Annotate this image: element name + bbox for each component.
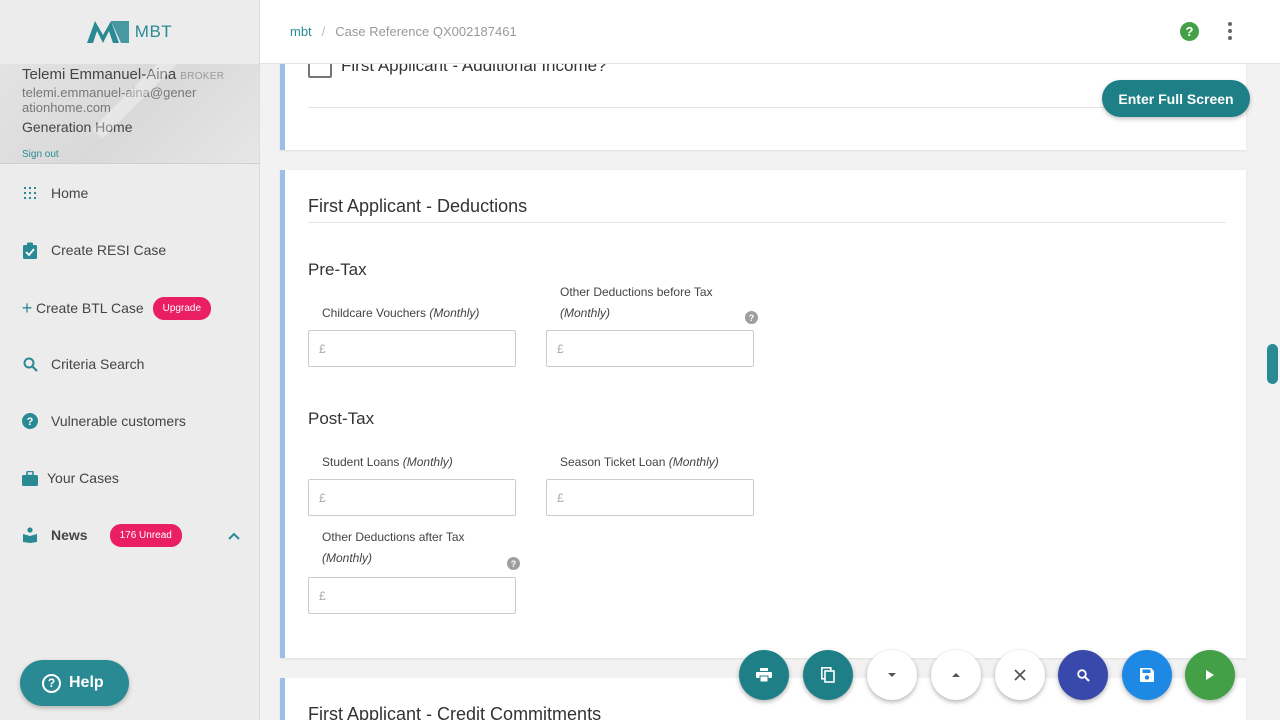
section-title: First Applicant - Deductions	[308, 196, 528, 216]
top-bar: mbt / Case Reference QX002187461 ?	[260, 0, 1280, 64]
field-label: Student Loans (Monthly)	[322, 452, 453, 473]
chevron-up-icon[interactable]	[228, 527, 240, 543]
user-email: telemi.emmanuel-aina@generationhome.com	[22, 85, 197, 115]
season-ticket-loan-input[interactable]: £	[546, 479, 754, 516]
sign-out-link[interactable]: Sign out	[22, 149, 59, 160]
field-label-text: Other Deductions after Tax	[322, 530, 465, 544]
sidebar-item-label: Vulnerable customers	[51, 413, 186, 429]
post-tax-title: Post-Tax	[308, 409, 375, 428]
collapse-down-button[interactable]	[867, 650, 917, 700]
sidebar-item-create-resi[interactable]: Create RESI Case	[0, 230, 260, 270]
field-label: Childcare Vouchers (Monthly)	[322, 303, 479, 324]
field-qualifier: (Monthly)	[560, 306, 611, 320]
close-icon	[1014, 669, 1026, 681]
section-title: First Applicant - Credit Commitments	[308, 704, 602, 720]
save-icon	[1140, 668, 1154, 682]
field-label: Other Deductions after Tax (Monthly)	[322, 527, 492, 569]
brand-name: MBT	[134, 22, 173, 41]
next-button[interactable]	[1185, 650, 1235, 700]
brand[interactable]: MBT	[0, 0, 259, 64]
user-company: Generation Home	[22, 119, 133, 135]
enter-full-screen-button[interactable]: Enter Full Screen	[1102, 80, 1250, 117]
mbt-logo-icon	[86, 21, 129, 43]
field-qualifier: (Monthly)	[668, 455, 719, 469]
sidebar-item-criteria-search[interactable]: Criteria Search	[0, 344, 260, 384]
field-qualifier: (Monthly)	[322, 551, 373, 565]
help-tooltip-icon[interactable]: ?	[745, 311, 758, 324]
user-role: BROKER	[180, 71, 225, 82]
sidebar-item-label: News	[51, 527, 88, 543]
pre-tax-title: Pre-Tax	[308, 260, 367, 279]
field-label-text: Childcare Vouchers	[322, 306, 427, 320]
more-vert-icon[interactable]	[1224, 22, 1236, 42]
field-label-text: Other Deductions before Tax	[560, 285, 713, 299]
breadcrumb-current: Case Reference QX002187461	[335, 24, 517, 39]
print-button[interactable]	[739, 650, 789, 700]
briefcase-icon	[22, 469, 38, 487]
sidebar-item-label: Create BTL Case	[36, 300, 144, 316]
collapse-up-button[interactable]	[931, 650, 981, 700]
help-icon[interactable]: ?	[1180, 22, 1199, 41]
clipboard-check-icon	[22, 241, 38, 259]
sidebar-item-vulnerable-customers[interactable]: ? Vulnerable customers	[0, 401, 260, 441]
collapse-up-icon	[951, 672, 961, 678]
sidebar-item-label: Create RESI Case	[51, 242, 167, 258]
student-loans-input[interactable]: £	[308, 479, 516, 516]
input-placeholder: £	[319, 588, 326, 603]
sidebar-item-home[interactable]: Home	[0, 173, 260, 213]
input-placeholder: £	[557, 490, 564, 505]
copy-icon	[821, 667, 835, 683]
help-button-label: Help	[69, 674, 104, 691]
breadcrumb-home[interactable]: mbt	[290, 24, 312, 39]
divider	[308, 222, 1226, 223]
input-placeholder: £	[319, 341, 326, 356]
collapse-down-icon	[887, 672, 897, 678]
deductions-card: First Applicant - Deductions Pre-Tax Chi…	[280, 170, 1246, 658]
other-deductions-before-tax-input[interactable]: £	[546, 330, 754, 367]
book-reader-icon	[22, 526, 38, 544]
help-button[interactable]: ? Help	[20, 660, 129, 706]
print-icon	[756, 668, 772, 682]
help-circle-icon: ?	[22, 412, 38, 430]
sidebar-item-your-cases[interactable]: Your Cases	[0, 458, 260, 498]
search-button[interactable]	[1058, 650, 1108, 700]
field-label-text: Student Loans	[322, 455, 400, 469]
upgrade-badge[interactable]: Upgrade	[152, 296, 211, 320]
field-label: Other Deductions before Tax (Monthly)	[560, 282, 730, 324]
save-button[interactable]	[1122, 650, 1172, 700]
user-name: Telemi Emmanuel-Aina	[22, 66, 177, 83]
breadcrumb-separator: /	[321, 24, 326, 39]
sidebar-item-label: Your Cases	[47, 470, 119, 486]
childcare-vouchers-input[interactable]: £	[308, 330, 516, 367]
svg-text:?: ?	[27, 416, 34, 428]
divider	[308, 107, 1226, 108]
news-unread-badge: 176 Unread	[109, 523, 182, 547]
copy-button[interactable]	[803, 650, 853, 700]
field-label: Season Ticket Loan (Monthly)	[560, 452, 719, 473]
search-icon	[22, 355, 38, 373]
play-icon	[1206, 670, 1214, 680]
field-label-text: Season Ticket Loan	[560, 455, 666, 469]
plus-icon: +	[21, 297, 33, 318]
input-placeholder: £	[557, 341, 564, 356]
help-tooltip-icon[interactable]: ?	[507, 557, 520, 570]
question-icon: ?	[42, 673, 61, 693]
scrollbar-thumb[interactable]	[1267, 344, 1278, 384]
close-button[interactable]	[995, 650, 1045, 700]
sidebar-item-create-btl[interactable]: + Create BTL Case Upgrade	[0, 288, 260, 328]
other-deductions-after-tax-input[interactable]: £	[308, 577, 516, 614]
search-icon	[1076, 668, 1090, 682]
grid-icon	[22, 184, 38, 202]
field-qualifier: (Monthly)	[429, 306, 480, 320]
field-qualifier: (Monthly)	[402, 455, 453, 469]
sidebar-item-label: Criteria Search	[51, 356, 145, 372]
input-placeholder: £	[319, 490, 326, 505]
user-panel: Telemi Emmanuel-Aina BROKER telemi.emmanu…	[0, 64, 259, 164]
sidebar-item-label: Home	[51, 185, 89, 201]
sidebar-item-news[interactable]: News 176 Unread	[0, 515, 260, 555]
sidebar: MBT Telemi Emmanuel-Aina BROKER telemi.em…	[0, 0, 260, 720]
